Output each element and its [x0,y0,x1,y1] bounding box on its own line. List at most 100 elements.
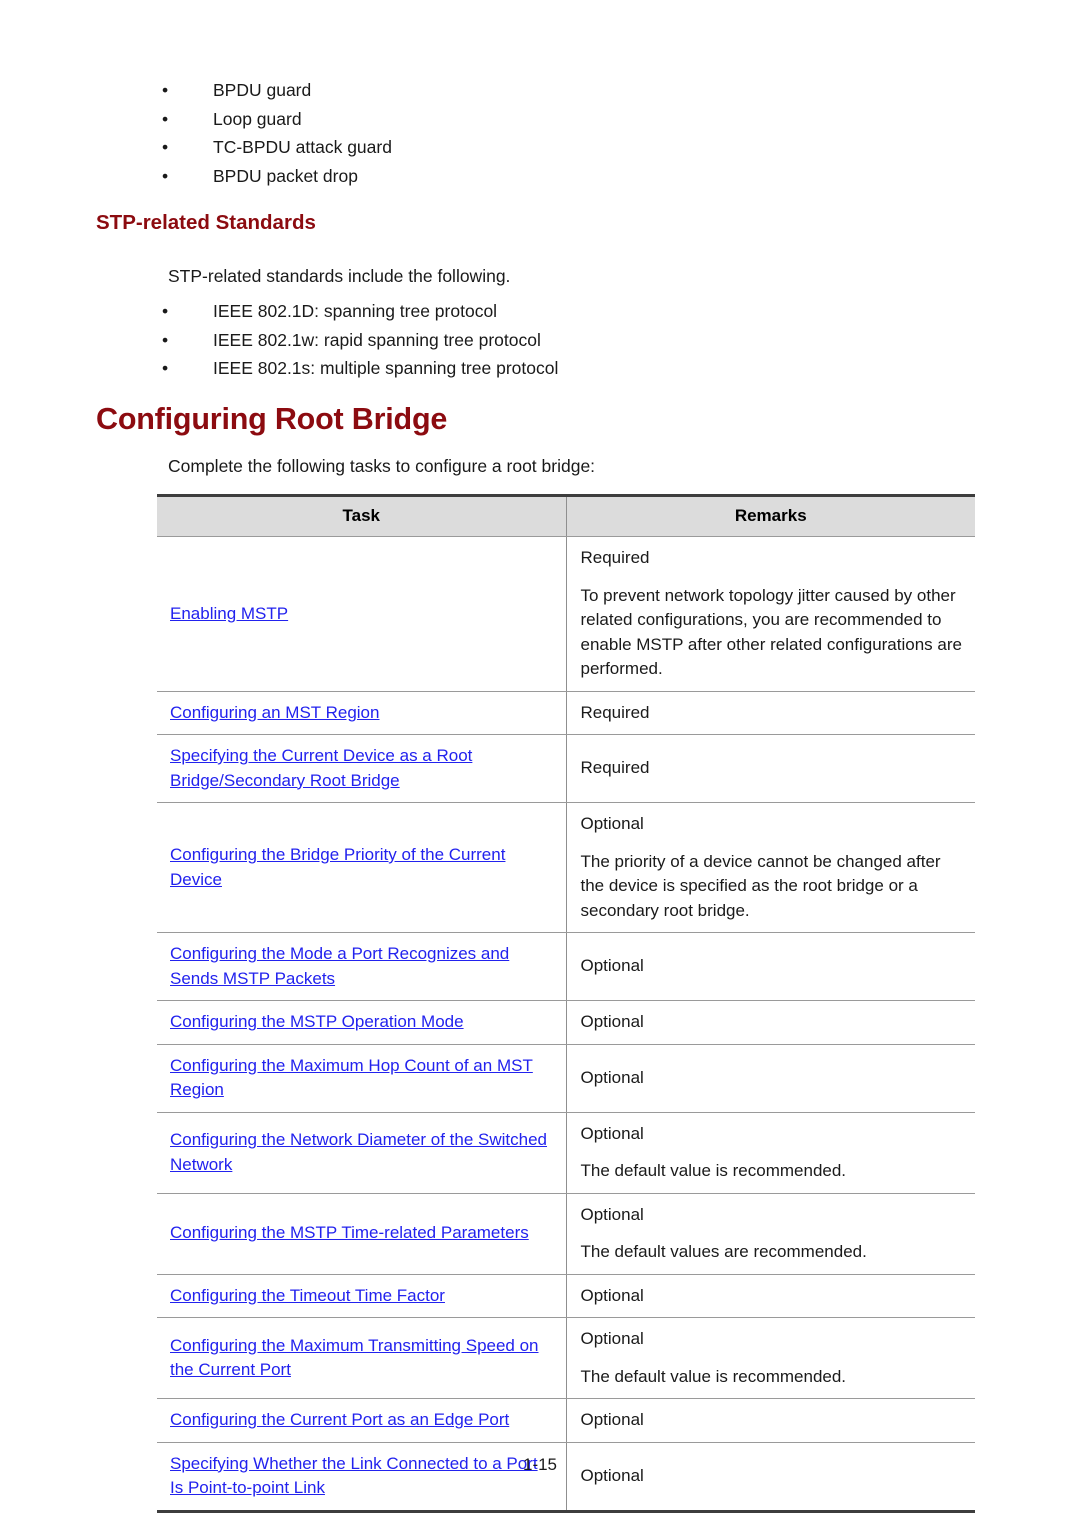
remarks-cell: Optional [566,1398,975,1443]
task-cell: Configuring the MSTP Time-related Parame… [157,1193,567,1275]
task-link[interactable]: Configuring the Current Port as an Edge … [170,1410,509,1429]
remarks-cell: Required [566,734,975,803]
remarks-line: Optional [580,1410,644,1429]
column-header-task: Task [157,495,567,537]
task-link[interactable]: Specifying the Current Device as a Root … [170,746,472,790]
top-bullet-list: • BPDU guard • Loop guard • TC-BPDU attack gu… [156,76,856,190]
stp-standards-intro-paragraph: STP-related standards include the follow… [168,266,511,286]
top-bullet-item-label: BPDU guard [213,80,312,100]
task-link[interactable]: Configuring the Bridge Priority of the C… [170,845,505,889]
remarks-cell: Required [566,691,975,735]
task-cell: Configuring the MSTP Operation Mode [157,1000,567,1045]
top-bullet-item: • BPDU packet drop [156,162,856,191]
task-cell: Configuring the Bridge Priority of the C… [157,802,567,933]
table-row: Configuring the Network Diameter of the … [157,1112,975,1194]
remarks-cell: Optional The default value is recommended… [566,1112,975,1194]
task-cell: Specifying Whether the Link Connected to… [157,1442,567,1511]
task-cell: Configuring the Maximum Transmitting Spe… [157,1317,567,1399]
table-row: Configuring the Maximum Transmitting Spe… [157,1317,975,1399]
task-link[interactable]: Enabling MSTP [170,604,288,623]
remarks-cell: Optional [566,932,975,1001]
remarks-line: The default values are recommended. [580,1242,867,1261]
top-bullet-item-label: Loop guard [213,108,302,129]
bullet-dot-icon: • [162,165,169,186]
remarks-cell: Optional The default value is recommended… [566,1317,975,1399]
remarks-cell: Required To prevent network topology jitt… [566,536,975,692]
task-cell: Configuring an MST Region [157,691,567,735]
task-cell: Configuring the Mode a Port Recognizes a… [157,932,567,1001]
remarks-cell: Optional [566,1274,975,1318]
table-body: Enabling MSTP Required To prevent network … [157,536,975,1511]
table-row: Specifying Whether the Link Connected to… [157,1442,975,1511]
configure-root-bridge-table: Task Remarks Enabling MSTP Required To pre… [157,494,975,1513]
stp-bullet-item: • IEEE 802.1D: spanning tree protocol [156,297,856,326]
remarks-line: Required [580,702,650,722]
remarks-line: Required [580,758,650,778]
table-row: Configuring the Timeout Time Factor Optio… [157,1274,975,1318]
task-cell: Configuring the Network Diameter of the … [157,1112,567,1194]
top-bullet-item: • Loop guard [156,105,856,134]
remarks-cell: Optional [566,1000,975,1045]
stp-standards-bullet-list: • IEEE 802.1D: spanning tree protocol • IEE… [156,297,856,383]
remarks-line: Optional [580,956,644,976]
table-row: Configuring the Current Port as an Edge … [157,1398,975,1443]
page-footer: 1-15 [0,1455,1080,1475]
stp-bullet-item: • IEEE 802.1s: multiple spanning tree pro… [156,354,856,383]
table-row: Configuring the MSTP Time-related Parame… [157,1193,975,1275]
remarks-line: Optional [580,1329,644,1348]
stp-bullet-item-label: IEEE 802.1w: rapid spanning tree protoco… [213,329,541,350]
stp-bullet-item: • IEEE 802.1w: rapid spanning tree protoc… [156,326,856,355]
bullet-dot-icon: • [162,329,169,350]
table-row: Specifying the Current Device as a Root … [157,734,975,803]
task-cell: Configuring the Current Port as an Edge … [157,1398,567,1443]
stp-bullet-item-label: IEEE 802.1s: multiple spanning tree prot… [213,358,559,378]
remarks-line: The default value is recommended. [580,1161,847,1180]
root-bridge-intro-paragraph: Complete the following tasks to configur… [168,456,596,476]
table-row: Configuring the Maximum Hop Count of an … [157,1044,975,1113]
remarks-cell: Optional [566,1442,975,1511]
remarks-line: Optional [580,1067,644,1087]
bullet-dot-icon: • [162,80,169,100]
task-cell: Configuring the Timeout Time Factor [157,1274,567,1318]
remarks-line: Optional [580,1012,644,1031]
table-row: Configuring the Bridge Priority of the C… [157,802,975,933]
stp-bullet-item-label: IEEE 802.1D: spanning tree protocol [213,301,498,321]
table-header-row: Task Remarks [157,495,975,537]
remarks-line: The priority of a device cannot be chang… [580,851,941,920]
bullet-dot-icon: • [162,108,169,129]
task-link[interactable]: Configuring the Maximum Hop Count of an … [170,1056,533,1100]
top-bullet-item: • TC-BPDU attack guard [156,133,856,162]
table-row: Configuring an MST Region Required [157,691,975,735]
task-link[interactable]: Configuring the MSTP Operation Mode [170,1012,464,1031]
bullet-dot-icon: • [162,137,169,157]
table-row: Configuring the MSTP Operation Mode Optio… [157,1000,975,1045]
remarks-line: Optional [580,1204,644,1224]
remarks-line: Required [580,548,650,567]
remarks-line: The default value is recommended. [580,1366,847,1386]
bullet-dot-icon: • [162,358,169,378]
task-link[interactable]: Configuring the Timeout Time Factor [170,1286,445,1305]
task-cell: Configuring the Maximum Hop Count of an … [157,1044,567,1113]
section-heading-stp-related-standards: STP-related Standards [96,211,316,234]
tasks-table-container: Task Remarks Enabling MSTP Required To pre… [157,494,975,1513]
task-link[interactable]: Configuring the Maximum Transmitting Spe… [170,1336,539,1380]
remarks-line: Optional [580,1285,644,1305]
remarks-line: To prevent network topology jitter cause… [580,585,962,679]
column-header-remarks: Remarks [566,495,975,537]
task-link[interactable]: Configuring the MSTP Time-related Parame… [170,1223,529,1242]
remarks-cell: Optional The default values are recommend… [566,1193,975,1275]
top-bullet-item-label: BPDU packet drop [213,165,358,186]
task-link[interactable]: Configuring an MST Region [170,703,379,722]
task-link[interactable]: Configuring the Mode a Port Recognizes a… [170,944,509,988]
page-number: 1-15 [522,1455,558,1474]
remarks-cell: Optional [566,1044,975,1113]
top-bullet-item: • BPDU guard [156,76,856,105]
remarks-cell: Optional The priority of a device cannot … [566,802,975,933]
page-title-configuring-root-bridge: Configuring Root Bridge [96,402,448,436]
document-page: • BPDU guard • Loop guard • TC-BPDU attack gu… [0,0,1080,1527]
task-link[interactable]: Configuring the Network Diameter of the … [170,1130,547,1174]
table-header: Task Remarks [157,495,975,537]
table-row: Enabling MSTP Required To prevent network … [157,536,975,692]
top-bullet-item-label: TC-BPDU attack guard [213,137,392,157]
bullet-dot-icon: • [162,301,169,321]
